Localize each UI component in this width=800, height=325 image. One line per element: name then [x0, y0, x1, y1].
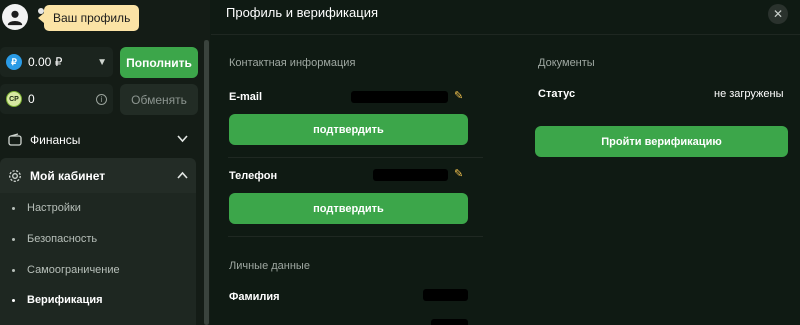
name-value-redacted — [431, 319, 468, 325]
documents-heading: Документы — [538, 57, 595, 69]
divider — [228, 157, 483, 158]
profile-tooltip: Ваш профиль — [37, 5, 140, 31]
menu-item-cabinet-label: Мой кабинет — [30, 169, 106, 183]
divider — [228, 236, 483, 237]
menu-item-cabinet[interactable]: Мой кабинет — [0, 158, 196, 194]
cp-balance: CP 0 i — [0, 84, 113, 114]
bullet — [12, 237, 15, 241]
exchange-button[interactable]: Обменять — [120, 84, 198, 115]
email-label: E-mail — [229, 91, 263, 103]
header-divider — [211, 34, 800, 35]
menu-item-finance-label: Финансы — [30, 133, 81, 147]
submenu-item-verification[interactable]: Верификация — [0, 286, 196, 314]
bullet — [12, 268, 15, 272]
start-verification-button[interactable]: Пройти верификацию — [535, 126, 788, 157]
panel-title: Профиль и верификация — [226, 5, 378, 20]
email-value-redacted — [351, 91, 448, 103]
rub-balance-value: 0.00 ₽ — [28, 55, 63, 69]
sidebar: Ваш профиль ₽ 0.00 ₽ ▼ Пополнить CP 0 i … — [0, 0, 210, 325]
phone-label: Телефон — [229, 170, 278, 182]
contact-info-heading: Контактная информация — [229, 57, 356, 69]
phone-value-redacted — [373, 169, 448, 181]
user-avatar-icon[interactable] — [2, 4, 28, 30]
submenu-item-label: Верификация — [27, 294, 103, 306]
chevron-up-icon — [177, 170, 188, 182]
gear-icon — [8, 169, 22, 183]
status-label: Статус — [538, 88, 576, 100]
profile-verification-panel: Профиль и верификация ✕ Контактная инфор… — [211, 0, 800, 325]
pencil-edit-icon[interactable]: ✎ — [454, 89, 463, 102]
submenu-item-label: Безопасность — [27, 233, 98, 245]
surname-label: Фамилия — [229, 291, 280, 303]
cabinet-submenu: Настройки Безопасность Самоограничение В… — [0, 193, 196, 325]
submenu-item-label: Самоограничение — [27, 264, 120, 276]
submenu-item-label: Настройки — [27, 202, 81, 214]
status-value: не загружены — [714, 88, 784, 100]
bullet — [12, 206, 15, 210]
chevron-down-icon — [177, 134, 188, 146]
wallet-icon — [8, 133, 22, 147]
cp-balance-value: 0 — [28, 92, 35, 106]
ruble-coin-icon: ₽ — [6, 54, 22, 70]
bullet — [12, 298, 15, 302]
submenu-item-settings[interactable]: Настройки — [0, 194, 196, 222]
surname-value-redacted — [423, 289, 468, 301]
confirm-email-button[interactable]: подтвердить — [229, 114, 468, 145]
user-silhouette-icon — [7, 10, 23, 26]
personal-data-heading: Личные данные — [229, 260, 310, 272]
cp-coin-icon: CP — [6, 91, 22, 107]
submenu-item-security[interactable]: Безопасность — [0, 225, 196, 253]
confirm-phone-button[interactable]: подтвердить — [229, 193, 468, 224]
submenu-item-self-limitation[interactable]: Самоограничение — [0, 256, 196, 284]
close-icon[interactable]: ✕ — [768, 4, 788, 24]
topup-button[interactable]: Пополнить — [120, 47, 198, 78]
info-icon[interactable]: i — [96, 93, 107, 105]
rub-balance-selector[interactable]: ₽ 0.00 ₽ ▼ — [0, 47, 113, 77]
menu-item-finance[interactable]: Финансы — [0, 122, 196, 158]
sidebar-scrollbar-thumb[interactable] — [204, 40, 209, 325]
pencil-edit-icon[interactable]: ✎ — [454, 167, 463, 180]
chevron-down-icon: ▼ — [97, 56, 107, 68]
